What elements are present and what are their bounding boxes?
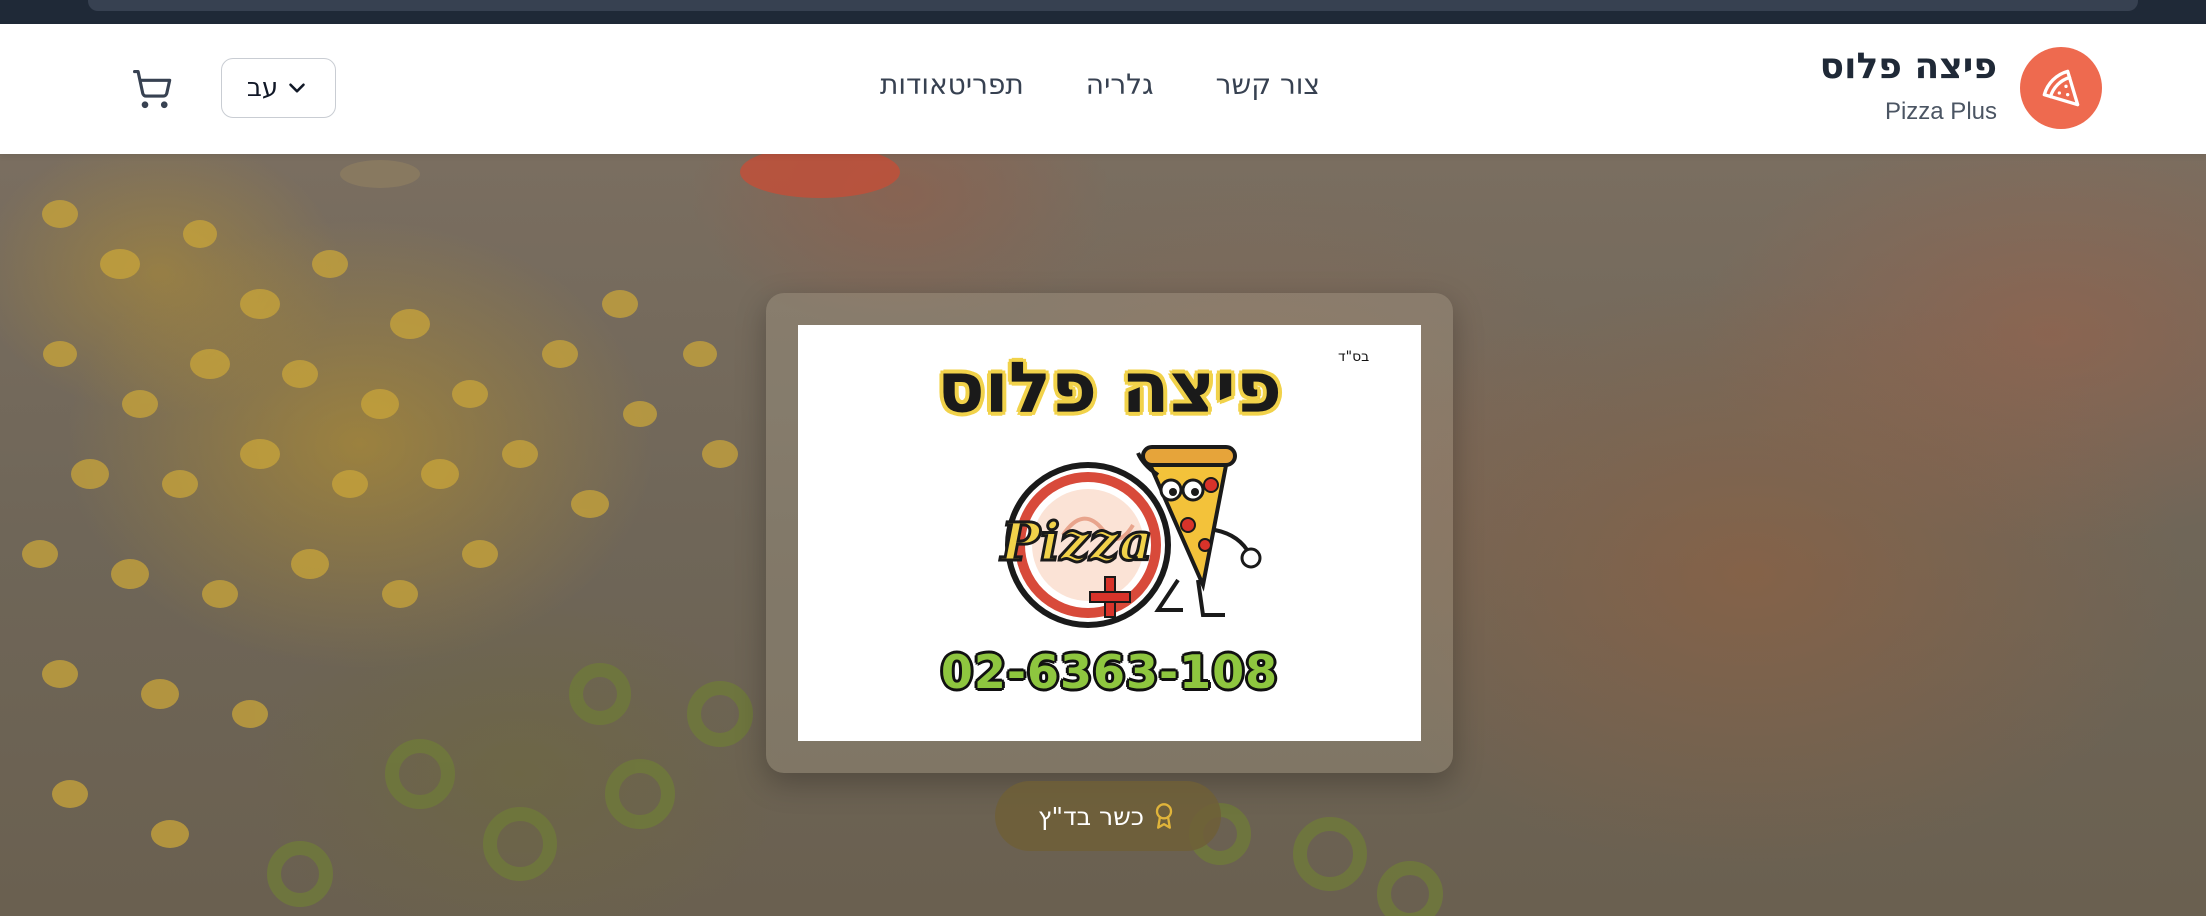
kosher-label: כשר בד"ץ	[1037, 801, 1145, 831]
brand-name[interactable]: פיצה פלוס	[1820, 46, 1997, 87]
phone-number: 02-6363-108	[940, 645, 1279, 699]
main-nav: תפריטאודות גלריה צור קשר	[880, 68, 1320, 108]
hero-section: בס"ד פיצה פלוס Pizza 02-6363-108 כשר בד"…	[0, 154, 2206, 916]
brand-logo[interactable]	[2020, 47, 2102, 129]
site-header: פיצה פלוס Pizza Plus תפריטאודות גלריה צו…	[0, 24, 2206, 154]
language-select-button[interactable]: עב	[221, 58, 336, 118]
logo-card: בס"ד פיצה פלוס Pizza 02-6363-108	[766, 293, 1453, 773]
kosher-badge: כשר בד"ץ	[995, 781, 1221, 851]
pizza-mascot-illustration: Pizza	[998, 445, 1262, 628]
chevron-down-icon	[289, 83, 305, 93]
nav-link-gallery[interactable]: גלריה	[1086, 68, 1154, 108]
restaurant-logo-image: בס"ד פיצה פלוס Pizza 02-6363-108	[798, 325, 1421, 741]
award-icon	[1155, 803, 1173, 829]
brand-subtitle: Pizza Plus	[1884, 98, 1997, 125]
pizza-logo-text: Pizza	[999, 512, 1153, 573]
top-bar-inner	[88, 0, 2138, 11]
shopping-cart-icon[interactable]	[131, 68, 173, 110]
nav-link-contact[interactable]: צור קשר	[1216, 68, 1320, 108]
browser-top-bar	[0, 0, 2206, 24]
language-label: עב	[246, 73, 279, 103]
pizza-slice-icon	[2042, 69, 2080, 107]
logo-title: פיצה פלוס	[937, 347, 1282, 429]
nav-link-menu-about[interactable]: תפריטאודות	[880, 68, 1024, 108]
